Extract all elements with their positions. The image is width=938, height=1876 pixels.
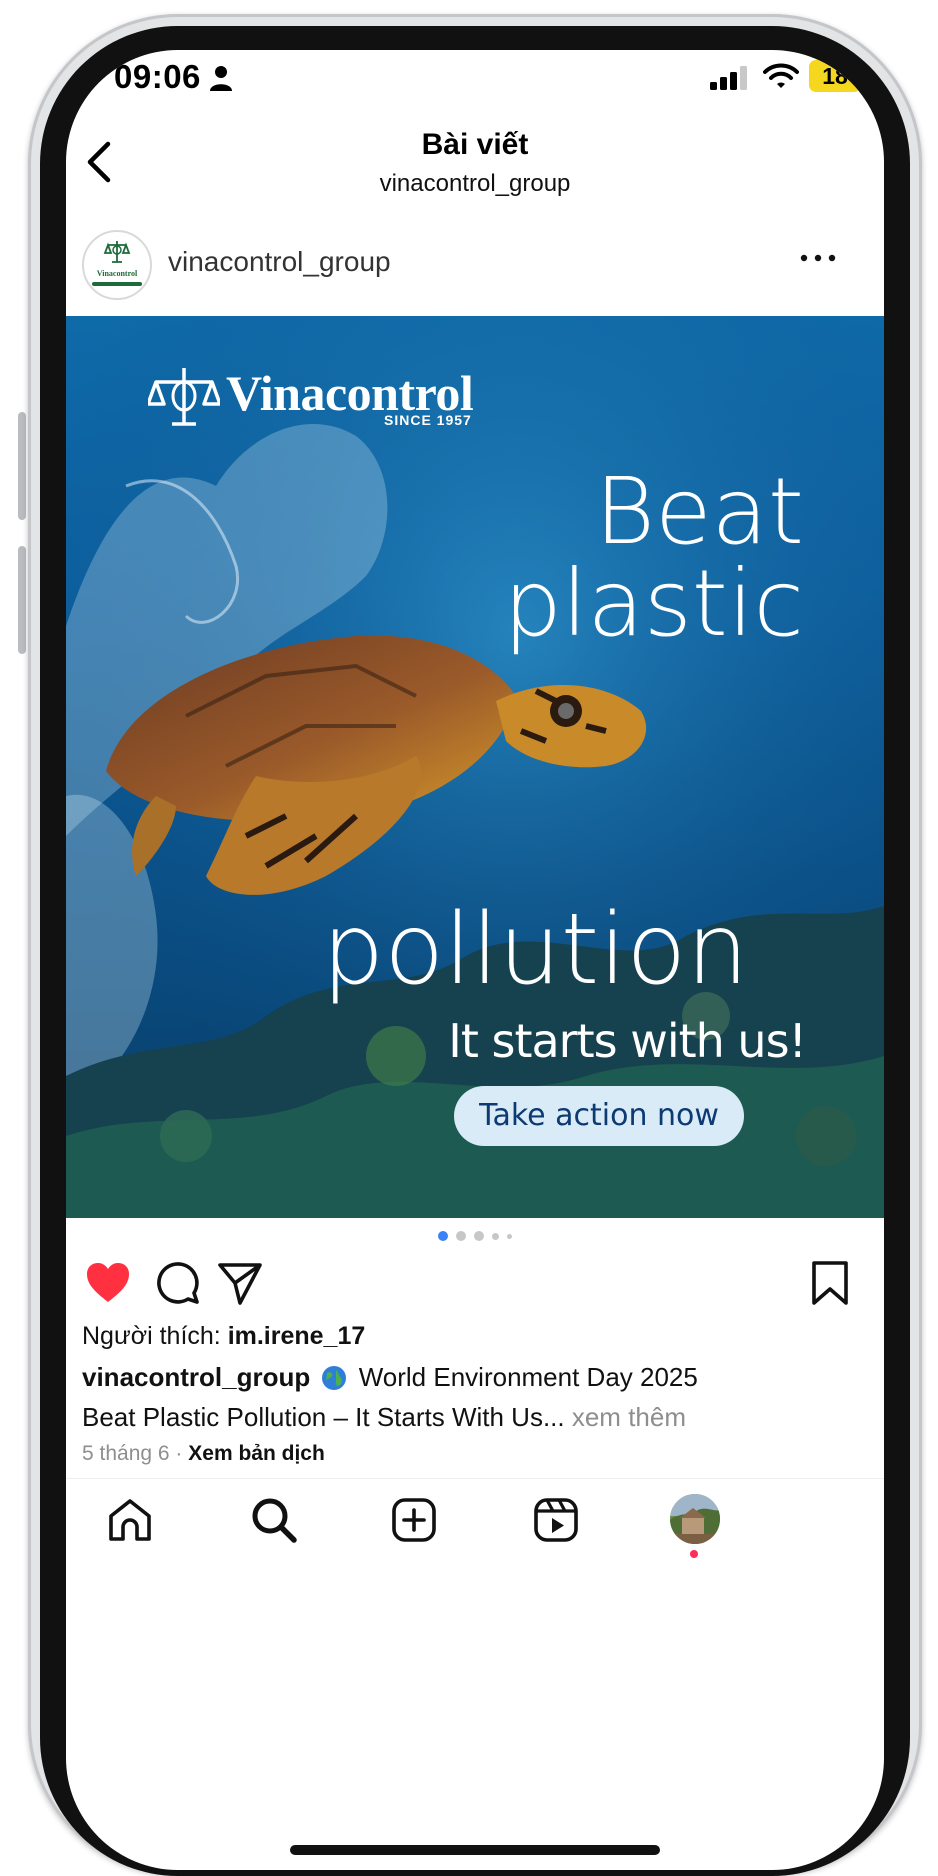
sea-turtle-illustration — [66, 316, 884, 1218]
profile-avatar[interactable] — [670, 1494, 720, 1544]
brand-since: SINCE 1957 — [384, 412, 472, 428]
caption: vinacontrol_group World Environment Day … — [82, 1362, 698, 1393]
status-time: 09:06 — [114, 58, 201, 95]
carousel-dot — [438, 1231, 448, 1241]
avatar-label: Vinacontrol — [96, 269, 138, 278]
post-image[interactable]: Vinacontrol SINCE 1957 Beat plastic poll… — [66, 316, 884, 1218]
home-icon[interactable] — [106, 1496, 154, 1544]
more-horizontal-icon[interactable] — [798, 252, 838, 264]
see-translation-link[interactable]: Xem bản dịch — [188, 1442, 325, 1465]
headline-word: plastic — [503, 550, 804, 657]
battery-indicator: 18 — [809, 60, 861, 92]
send-icon[interactable] — [216, 1259, 264, 1307]
carousel-indicator — [66, 1230, 884, 1242]
page-title: Bài viết — [421, 128, 529, 161]
post-avatar[interactable]: Vinacontrol — [82, 230, 152, 300]
caption-text: World Environment Day 2025 — [358, 1362, 698, 1392]
headline-word: pollution — [322, 893, 749, 1007]
notification-dot — [690, 1550, 698, 1558]
caption-username[interactable]: vinacontrol_group — [82, 1362, 310, 1392]
search-icon[interactable] — [250, 1496, 298, 1544]
bookmark-icon[interactable] — [806, 1259, 854, 1307]
home-indicator — [290, 1845, 660, 1855]
carousel-dot — [492, 1232, 499, 1240]
signal-icon — [710, 66, 747, 90]
scale-icon — [103, 241, 131, 263]
wifi-icon — [763, 63, 799, 88]
carousel-dot — [507, 1233, 512, 1239]
headline-word: Beat — [594, 458, 804, 565]
caption-continued: Beat Plastic Pollution – It Starts With … — [82, 1402, 686, 1433]
meta-separator: · — [169, 1442, 189, 1465]
plus-square-icon[interactable] — [390, 1496, 438, 1544]
post-date: 5 tháng 6 — [82, 1442, 170, 1465]
post-username[interactable]: vinacontrol_group — [168, 246, 391, 278]
page-subtitle: vinacontrol_group — [379, 170, 571, 197]
carousel-dot — [456, 1231, 466, 1241]
caption-text: Beat Plastic Pollution – It Starts With … — [82, 1402, 565, 1432]
carousel-dot — [474, 1231, 484, 1241]
tab-bar-divider — [66, 1478, 884, 1479]
globe-icon — [322, 1366, 347, 1390]
phone-side-button — [18, 412, 26, 520]
likes-prefix: Người thích: — [82, 1322, 228, 1350]
reels-icon[interactable] — [532, 1496, 580, 1544]
comment-icon[interactable] — [154, 1259, 202, 1307]
heart-icon[interactable] — [84, 1259, 132, 1307]
liked-by-user[interactable]: im.irene_17 — [228, 1322, 366, 1350]
take-action-button[interactable]: Take action now — [454, 1086, 744, 1146]
vinacontrol-logo-icon — [148, 368, 220, 426]
phone-screen: 09:06 18 Bài viết vinacontrol_group Vina… — [66, 50, 884, 1870]
phone-side-button — [18, 546, 26, 654]
person-icon — [210, 66, 232, 91]
see-more-link[interactable]: xem thêm — [565, 1402, 686, 1432]
post-meta: 5 tháng 6 · Xem bản dịch — [82, 1442, 325, 1466]
image-tagline: It starts with us! — [448, 1014, 807, 1068]
likes-line: Người thích: im.irene_17 — [82, 1322, 365, 1351]
